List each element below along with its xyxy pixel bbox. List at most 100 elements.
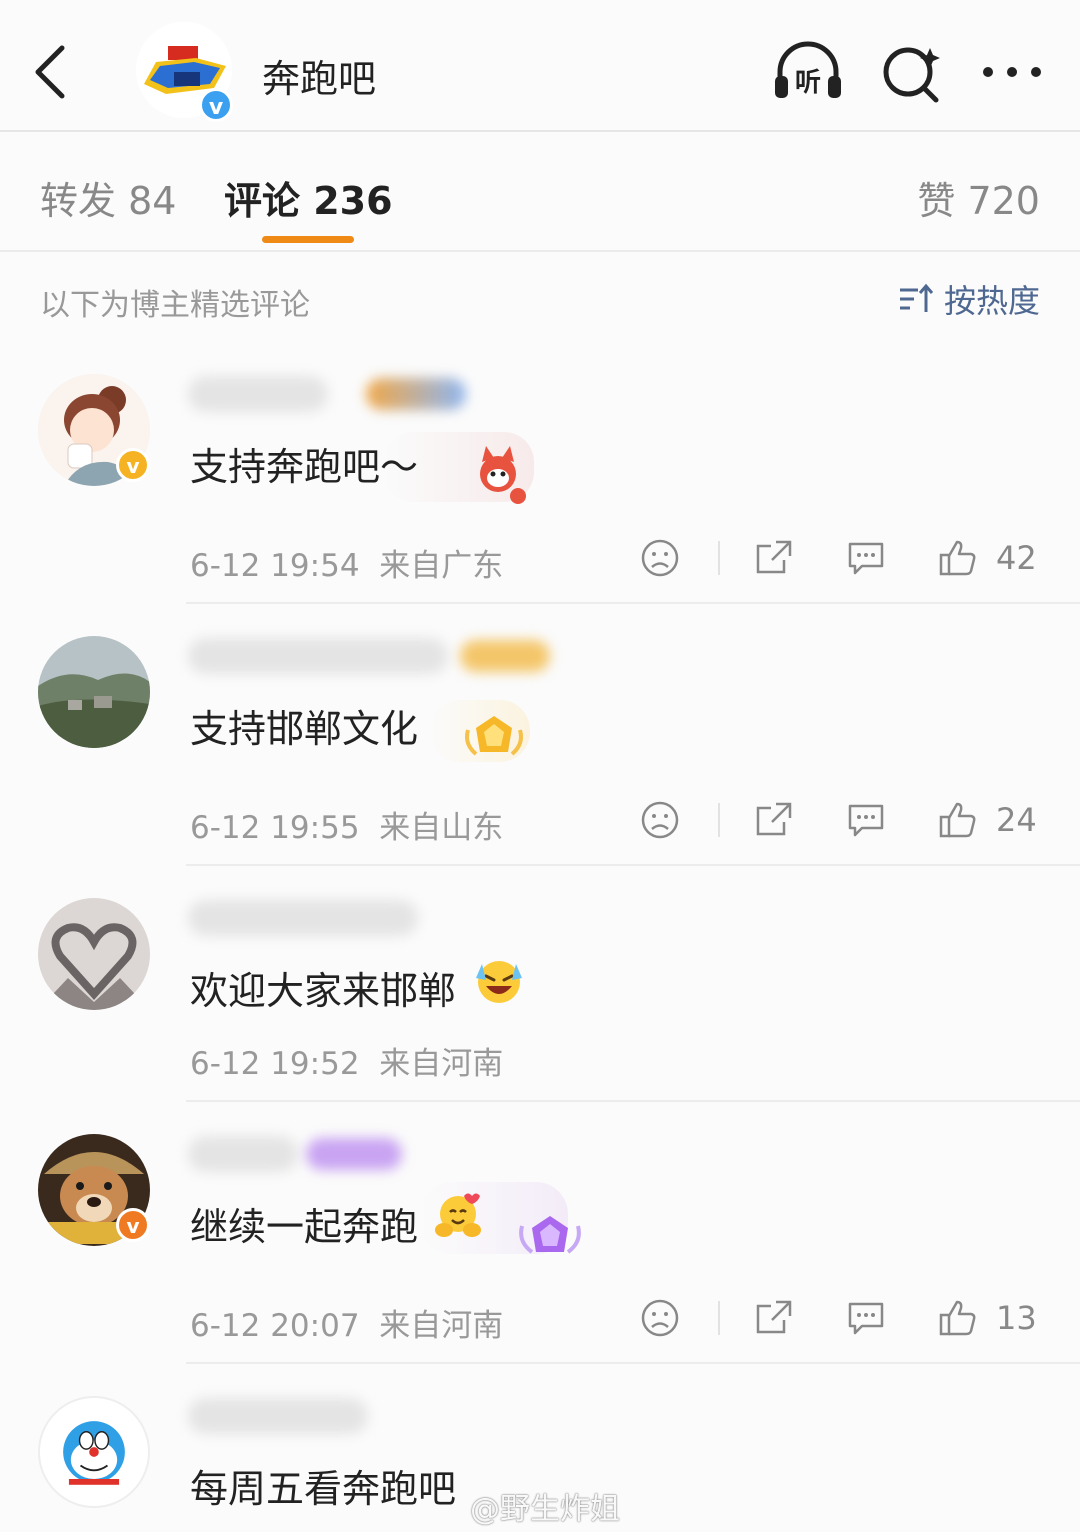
like-count: 24 bbox=[996, 801, 1037, 839]
tab-likes[interactable]: 赞 720 bbox=[917, 170, 1040, 225]
verified-badge-icon: v bbox=[199, 88, 233, 122]
username-blurred[interactable] bbox=[188, 638, 448, 674]
user-badge-blurred bbox=[460, 640, 550, 672]
comment-item: v 继续一起奔跑 6-12 20:07 来自河南 13 bbox=[0, 1126, 1080, 1366]
tab-comments[interactable]: 评论 236 bbox=[224, 170, 393, 225]
sort-icon bbox=[899, 283, 934, 312]
laughing-emoji-icon bbox=[476, 961, 522, 1003]
comment-actions: 42 bbox=[636, 534, 1040, 582]
search-icon bbox=[883, 47, 940, 103]
action-separator bbox=[718, 541, 720, 575]
action-separator bbox=[718, 803, 720, 837]
share-button[interactable] bbox=[750, 1294, 798, 1342]
verified-badge-icon: v bbox=[116, 1208, 150, 1242]
username-blurred[interactable] bbox=[188, 900, 418, 936]
share-icon bbox=[756, 540, 792, 574]
comment-divider bbox=[186, 864, 1080, 866]
comment-text: 每周五看奔跑吧 bbox=[190, 1467, 457, 1511]
user-badge-blurred bbox=[366, 378, 466, 410]
comment-location: 来自河南 bbox=[379, 1046, 504, 1082]
username-blurred[interactable] bbox=[188, 1136, 298, 1172]
comment-text: 欢迎大家来邯郸 bbox=[190, 969, 457, 1013]
fox-sticker-icon bbox=[480, 446, 526, 504]
listen-label: 听 bbox=[795, 68, 821, 98]
frown-face-icon bbox=[641, 539, 679, 577]
comment-time: 6-12 19:54 bbox=[190, 548, 360, 584]
reply-button[interactable] bbox=[842, 534, 890, 582]
dislike-button[interactable] bbox=[636, 796, 684, 844]
username-blurred[interactable] bbox=[188, 376, 328, 412]
avatar[interactable] bbox=[38, 898, 150, 1010]
tab-reposts[interactable]: 转发 84 bbox=[40, 170, 176, 225]
comment-text: 支持奔跑吧～ bbox=[190, 445, 419, 489]
dislike-button[interactable] bbox=[636, 1294, 684, 1342]
comment-bubble-icon bbox=[848, 1302, 884, 1335]
share-button[interactable] bbox=[750, 796, 798, 844]
comment-item: v 支持奔跑吧～ 6-12 19:54 来自广东 42 bbox=[0, 366, 1080, 606]
back-arrow-icon[interactable] bbox=[28, 40, 76, 104]
frown-face-icon bbox=[641, 801, 679, 839]
doraemon-avatar-icon bbox=[40, 1398, 148, 1506]
comment-location: 来自广东 bbox=[379, 548, 504, 584]
headphone-icon: 听 bbox=[775, 41, 841, 98]
sort-button[interactable]: 按热度 bbox=[898, 276, 1040, 322]
verified-badge-icon: v bbox=[116, 448, 150, 482]
comment-meta: 6-12 20:07 来自河南 bbox=[190, 1300, 503, 1345]
watermark-text: @野生炸姐 bbox=[470, 1492, 620, 1527]
comment-meta: 6-12 19:54 来自广东 bbox=[190, 540, 503, 585]
more-button[interactable] bbox=[978, 40, 1050, 104]
filter-bar: 以下为博主精选评论 按热度 bbox=[0, 252, 1080, 342]
active-tab-indicator bbox=[262, 236, 354, 243]
gold-gem-badge-icon bbox=[465, 716, 523, 756]
like-button[interactable] bbox=[934, 796, 982, 844]
comment-meta: 6-12 19:52 来自河南 bbox=[190, 1038, 503, 1083]
user-badge-blurred bbox=[306, 1138, 402, 1170]
reply-button[interactable] bbox=[842, 1294, 890, 1342]
landscape-avatar-icon bbox=[38, 636, 150, 748]
comment-text: 支持邯郸文化 bbox=[190, 707, 419, 751]
comment-bubble-icon bbox=[848, 542, 884, 575]
thumbs-up-icon bbox=[939, 802, 976, 838]
thumbs-up-icon bbox=[939, 540, 976, 576]
purple-gem-badge-icon bbox=[519, 1216, 581, 1254]
page-title: 奔跑吧 bbox=[262, 57, 377, 101]
selected-comments-note: 以下为博主精选评论 bbox=[40, 288, 310, 323]
hug-emoji-icon bbox=[435, 1193, 481, 1237]
like-button[interactable] bbox=[934, 1294, 982, 1342]
comment-text: 继续一起奔跑 bbox=[190, 1205, 419, 1249]
share-icon bbox=[756, 802, 792, 836]
avatar[interactable] bbox=[38, 1396, 150, 1508]
comment-location: 来自河南 bbox=[379, 1308, 504, 1344]
comment-item: 欢迎大家来邯郸 6-12 19:52 来自河南 bbox=[0, 890, 1080, 1104]
dislike-button[interactable] bbox=[636, 534, 684, 582]
like-count: 13 bbox=[996, 1299, 1037, 1337]
username-blurred[interactable] bbox=[188, 1398, 368, 1434]
top-bar: v 奔跑吧 听 bbox=[0, 0, 1080, 132]
comment-item: 支持邯郸文化 6-12 19:55 来自山东 24 bbox=[0, 628, 1080, 868]
tab-bar: 转发 84 评论 236 赞 720 bbox=[0, 132, 1080, 252]
comment-actions: 13 bbox=[636, 1294, 1040, 1342]
share-button[interactable] bbox=[750, 534, 798, 582]
listen-button[interactable]: 听 bbox=[772, 40, 844, 104]
comment-actions: 24 bbox=[636, 796, 1040, 844]
heart-hands-avatar-icon bbox=[38, 898, 150, 1010]
comment-time: 6-12 20:07 bbox=[190, 1308, 360, 1344]
comment-divider bbox=[186, 1362, 1080, 1364]
comment-location: 来自山东 bbox=[379, 810, 504, 846]
like-count: 42 bbox=[996, 539, 1037, 577]
more-dots-icon bbox=[983, 67, 1041, 77]
comment-meta: 6-12 19:55 来自山东 bbox=[190, 802, 503, 847]
action-separator bbox=[718, 1301, 720, 1335]
sort-label: 按热度 bbox=[943, 282, 1040, 320]
comment-bubble-icon bbox=[848, 804, 884, 837]
share-icon bbox=[756, 1300, 792, 1334]
avatar[interactable] bbox=[38, 636, 150, 748]
weibo-watermark: @野生炸姐 bbox=[470, 1484, 620, 1528]
comment-time: 6-12 19:55 bbox=[190, 810, 360, 846]
reply-button[interactable] bbox=[842, 796, 890, 844]
like-button[interactable] bbox=[934, 534, 982, 582]
frown-face-icon bbox=[641, 1299, 679, 1337]
comment-divider bbox=[186, 602, 1080, 604]
thumbs-up-icon bbox=[939, 1300, 976, 1336]
search-button[interactable] bbox=[878, 40, 950, 104]
